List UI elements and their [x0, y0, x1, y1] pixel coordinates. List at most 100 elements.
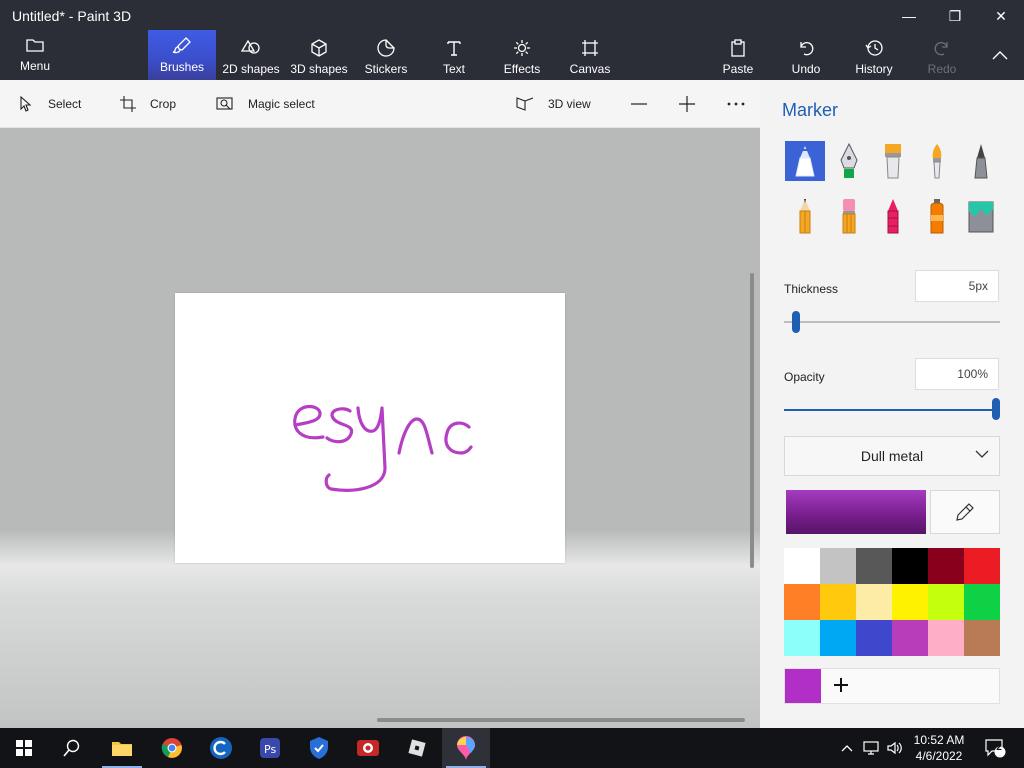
tab-3d-shapes-label: 3D shapes [290, 62, 348, 76]
palette-swatch[interactable] [856, 620, 892, 656]
start-button[interactable] [0, 728, 48, 768]
eyedropper-button[interactable] [930, 490, 1000, 534]
brush-eraser[interactable] [829, 196, 869, 236]
eyedropper-icon [956, 503, 974, 521]
undo-icon [797, 36, 815, 60]
opacity-input[interactable]: 100% [915, 358, 999, 390]
tab-3d-shapes[interactable]: 3D shapes [288, 32, 350, 80]
brush-pixel-pen[interactable] [961, 141, 1001, 181]
roblox-icon [408, 739, 426, 757]
plus-icon [834, 678, 848, 692]
taskbar-camera-app[interactable] [344, 728, 392, 768]
taskbar-paint-3d[interactable] [442, 728, 490, 768]
sticker-icon [377, 36, 395, 60]
notifications-button[interactable]: 2 [980, 728, 1010, 768]
volume-button[interactable] [884, 728, 906, 768]
network-button[interactable] [860, 728, 882, 768]
paste-button[interactable]: Paste [718, 32, 758, 80]
brush-pencil[interactable] [785, 196, 825, 236]
redo-icon [933, 36, 951, 60]
thickness-input[interactable]: 5px [915, 270, 999, 302]
undo-button[interactable]: Undo [786, 32, 826, 80]
tab-brushes[interactable]: Brushes [148, 30, 216, 80]
brush-fill[interactable] [961, 196, 1001, 236]
redo-button[interactable]: Redo [922, 32, 962, 80]
palette-swatch[interactable] [928, 620, 964, 656]
opacity-slider-thumb[interactable] [992, 398, 1000, 420]
taskbar-ccleaner[interactable] [197, 728, 245, 768]
taskbar-app[interactable]: Ps [246, 728, 294, 768]
chevron-up-icon [992, 49, 1008, 63]
palette-swatch[interactable] [820, 548, 856, 584]
crop-button[interactable]: Crop [120, 92, 176, 116]
collapse-ribbon-button[interactable] [986, 32, 1014, 80]
palette-swatch[interactable] [892, 548, 928, 584]
palette-swatch[interactable] [784, 584, 820, 620]
palette-swatch[interactable] [964, 584, 1000, 620]
chrome-icon [161, 738, 182, 758]
palette-swatch[interactable] [928, 584, 964, 620]
3d-view-button[interactable]: 3D view [516, 92, 591, 116]
brush-marker[interactable] [785, 141, 825, 181]
tab-2d-shapes-label: 2D shapes [222, 62, 280, 76]
brush-crayon[interactable] [873, 196, 913, 236]
palette-swatch[interactable] [784, 620, 820, 656]
tab-canvas[interactable]: Canvas [566, 32, 614, 80]
taskbar-security[interactable] [295, 728, 343, 768]
palette-swatch[interactable] [964, 620, 1000, 656]
palette-swatch[interactable] [784, 548, 820, 584]
finish-dropdown-value: Dull metal [860, 448, 924, 464]
palette-swatch[interactable] [928, 548, 964, 584]
tab-2d-shapes[interactable]: 2D shapes [220, 32, 282, 80]
palette-swatch[interactable] [892, 620, 928, 656]
taskbar-file-explorer[interactable] [98, 728, 146, 768]
zoom-in-button[interactable] [678, 92, 696, 116]
select-label: Select [48, 97, 82, 111]
palette-swatch[interactable] [820, 584, 856, 620]
more-options-button[interactable] [726, 92, 746, 116]
maximize-button[interactable]: ❐ [932, 0, 978, 32]
clock[interactable]: 10:52 AM 4/6/2022 [904, 732, 974, 764]
close-button[interactable]: ✕ [978, 0, 1024, 32]
palette-swatch[interactable] [892, 584, 928, 620]
taskbar-chrome[interactable] [148, 728, 196, 768]
horizontal-scrollbar[interactable] [377, 718, 745, 722]
clock-date: 4/6/2022 [915, 749, 963, 763]
thickness-slider-thumb[interactable] [792, 311, 800, 333]
brush-spray-can[interactable] [917, 196, 957, 236]
palette-swatch[interactable] [820, 620, 856, 656]
taskbar-roblox[interactable] [393, 728, 441, 768]
tab-effects-label: Effects [503, 62, 541, 76]
tab-effects[interactable]: Effects [500, 32, 544, 80]
current-color-swatch[interactable] [786, 490, 926, 534]
camera-app-icon [357, 740, 379, 756]
show-hidden-icons-button[interactable] [836, 728, 858, 768]
magic-select-button[interactable]: Magic select [216, 92, 315, 116]
crop-icon [120, 96, 136, 112]
tab-text[interactable]: Text [432, 32, 476, 80]
menu-button[interactable]: Menu [12, 6, 58, 80]
palette-swatch[interactable] [964, 548, 1000, 584]
folder-icon [26, 33, 44, 57]
brush-calligraphy-pen[interactable] [829, 141, 869, 181]
workspace[interactable] [0, 128, 760, 728]
palette-swatch[interactable] [856, 548, 892, 584]
brush-panel: Marker Thickness 5px Opacity 100% Dull m… [760, 80, 1024, 728]
brush-oil[interactable] [873, 141, 913, 181]
drawing-canvas[interactable] [175, 293, 565, 563]
finish-dropdown[interactable]: Dull metal [784, 436, 1000, 476]
tab-stickers[interactable]: Stickers [360, 32, 412, 80]
search-button[interactable] [48, 728, 96, 768]
add-color-button[interactable] [829, 673, 853, 697]
tab-stickers-label: Stickers [364, 62, 408, 76]
minimize-button[interactable]: — [886, 0, 932, 32]
select-button[interactable]: Select [18, 92, 81, 116]
custom-color-swatch[interactable] [785, 669, 821, 703]
palette-swatch[interactable] [856, 584, 892, 620]
history-label: History [855, 62, 893, 76]
history-button[interactable]: History [850, 32, 898, 80]
brush-watercolor[interactable] [917, 141, 957, 181]
zoom-out-button[interactable] [630, 92, 648, 116]
3d-view-label: 3D view [548, 97, 591, 111]
vertical-scrollbar[interactable] [750, 273, 754, 568]
